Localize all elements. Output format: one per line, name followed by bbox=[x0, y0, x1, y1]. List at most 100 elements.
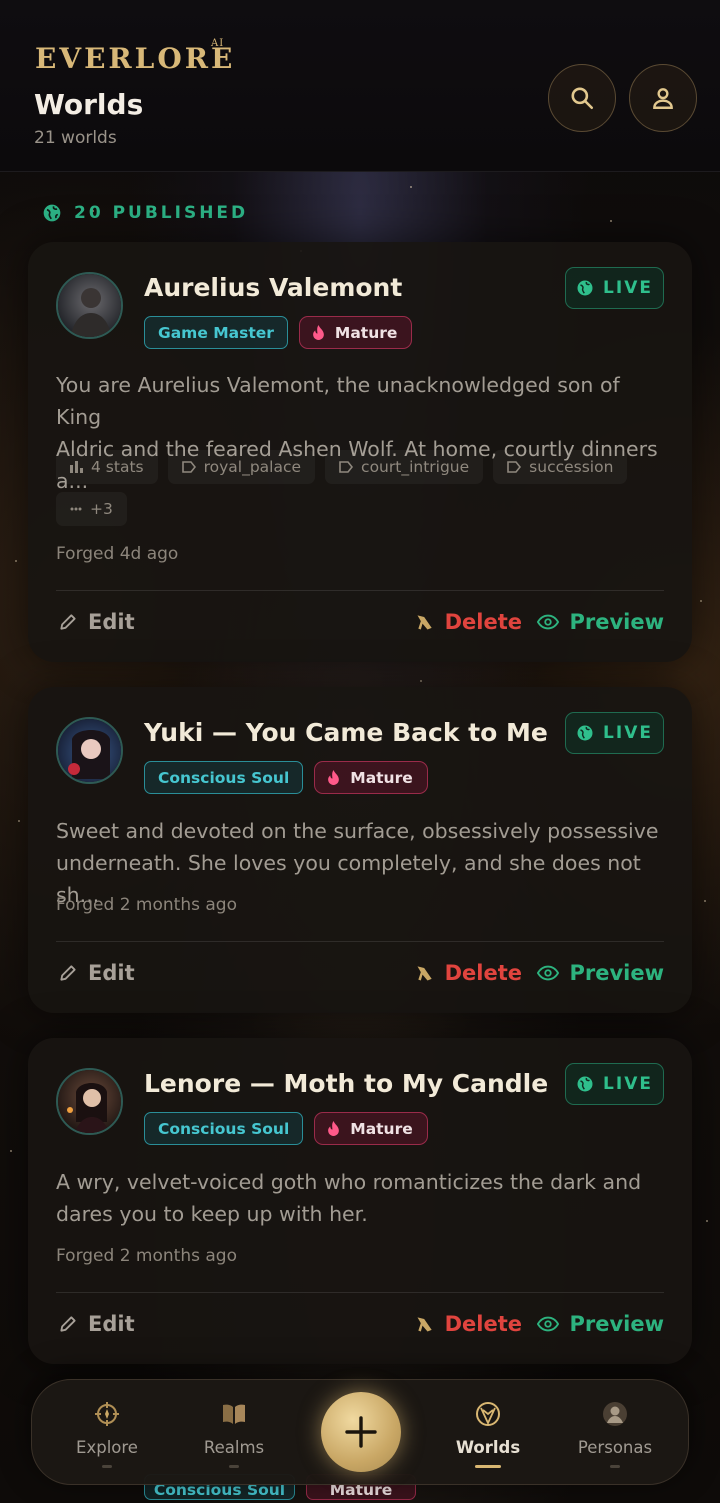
description-line: You are Aurelius Valemont, the unacknowl… bbox=[56, 373, 620, 429]
nav-label: Personas bbox=[577, 1438, 653, 1457]
edit-label: Edit bbox=[88, 610, 135, 634]
avatar bbox=[56, 717, 123, 784]
edit-label: Edit bbox=[88, 1312, 135, 1336]
chip-label: 4 stats bbox=[91, 458, 144, 476]
compass-icon bbox=[95, 1402, 119, 1426]
badge-row: Conscious Soul Mature bbox=[144, 1112, 428, 1145]
nav-indicator bbox=[610, 1465, 620, 1468]
scroll-icon bbox=[417, 615, 432, 630]
delete-button[interactable]: Delete bbox=[415, 1312, 522, 1336]
preview-label: Preview bbox=[569, 961, 664, 985]
card-divider bbox=[56, 1292, 664, 1293]
tag-icon bbox=[507, 461, 522, 473]
delete-button[interactable]: Delete bbox=[415, 610, 522, 634]
card-description: A wry, velvet-voiced goth who romanticiz… bbox=[56, 1166, 668, 1230]
preview-label: Preview bbox=[569, 610, 664, 634]
card-actions: Edit Delete Preview bbox=[56, 1312, 664, 1346]
globe-icon bbox=[577, 280, 593, 296]
scroll-icon bbox=[417, 966, 432, 981]
card-divider bbox=[56, 590, 664, 591]
profile-button[interactable] bbox=[629, 64, 697, 132]
nav-realms[interactable]: Realms bbox=[184, 1400, 284, 1468]
forged-time: Forged 4d ago bbox=[56, 544, 179, 564]
stats-chip: 4 stats bbox=[56, 450, 158, 484]
mature-badge: Mature bbox=[314, 761, 428, 794]
mature-label: Mature bbox=[350, 1119, 413, 1138]
globe-icon bbox=[577, 1076, 593, 1092]
card-title[interactable]: Lenore — Moth to My Candle bbox=[144, 1069, 548, 1098]
app-logo-sup: AI bbox=[211, 38, 225, 49]
book-icon bbox=[223, 1404, 245, 1424]
nav-label: Explore bbox=[76, 1438, 138, 1457]
forged-time: Forged 2 months ago bbox=[56, 895, 237, 915]
pencil-icon bbox=[60, 965, 76, 981]
nav-worlds[interactable]: Worlds bbox=[438, 1400, 538, 1468]
search-icon bbox=[571, 87, 594, 110]
type-badge: Conscious Soul bbox=[144, 761, 304, 794]
worlds-count: 21 worlds bbox=[34, 128, 117, 148]
delete-label: Delete bbox=[444, 1312, 522, 1336]
tag-icon bbox=[339, 461, 354, 473]
search-button[interactable] bbox=[548, 64, 616, 132]
live-label: LIVE bbox=[603, 1074, 653, 1094]
flame-icon bbox=[313, 325, 324, 340]
chip-label: +3 bbox=[90, 500, 113, 518]
world-card[interactable]: Aurelius Valemont LIVE Game Master Matur… bbox=[28, 242, 692, 662]
card-title[interactable]: Yuki — You Came Back to Me bbox=[144, 718, 548, 747]
description-line: dares you to keep up with her. bbox=[56, 1202, 368, 1226]
more-tags-chip[interactable]: +3 bbox=[56, 492, 127, 526]
badge-row: Game Master Mature bbox=[144, 316, 413, 349]
delete-label: Delete bbox=[444, 610, 522, 634]
eye-icon bbox=[537, 965, 560, 981]
globe-icon bbox=[577, 725, 593, 741]
live-label: LIVE bbox=[603, 723, 653, 743]
edit-button[interactable]: Edit bbox=[58, 610, 135, 634]
live-status-badge: LIVE bbox=[565, 267, 664, 309]
flame-icon bbox=[328, 770, 340, 785]
pencil-icon bbox=[60, 614, 76, 630]
nav-label: Worlds bbox=[455, 1438, 521, 1457]
globe-icon bbox=[476, 1402, 500, 1426]
description-line: A wry, velvet-voiced goth who romanticiz… bbox=[56, 1170, 642, 1194]
description-line: Sweet and devoted on the surface, obsess… bbox=[56, 819, 659, 843]
more-icon bbox=[70, 507, 82, 511]
create-world-button[interactable] bbox=[321, 1392, 401, 1472]
nav-indicator bbox=[102, 1465, 112, 1468]
delete-button[interactable]: Delete bbox=[415, 961, 522, 985]
page-title: Worlds bbox=[34, 88, 144, 121]
app-logo: EVERLORE bbox=[35, 42, 236, 75]
live-label: LIVE bbox=[603, 278, 653, 298]
eye-icon bbox=[537, 614, 560, 630]
preview-button[interactable]: Preview bbox=[537, 1312, 664, 1336]
nav-label: Realms bbox=[203, 1438, 265, 1457]
tag-icon bbox=[181, 461, 196, 473]
avatar bbox=[56, 1068, 123, 1135]
type-badge: Game Master bbox=[144, 316, 288, 349]
chip-label: royal_palace bbox=[203, 458, 302, 476]
world-card[interactable]: Yuki — You Came Back to Me LIVE Consciou… bbox=[28, 687, 692, 1013]
person-icon bbox=[603, 1402, 627, 1426]
world-card[interactable]: Lenore — Moth to My Candle LIVE Consciou… bbox=[28, 1038, 692, 1364]
live-status-badge: LIVE bbox=[565, 712, 664, 754]
preview-button[interactable]: Preview bbox=[537, 610, 664, 634]
top-header: EVERLORE AI Worlds 21 worlds bbox=[0, 0, 720, 172]
chip-row: 4 stats royal_palace court_intrigue succ… bbox=[56, 450, 668, 526]
card-title[interactable]: Aurelius Valemont bbox=[144, 273, 402, 302]
live-status-badge: LIVE bbox=[565, 1063, 664, 1105]
nav-indicator bbox=[229, 1465, 239, 1468]
edit-button[interactable]: Edit bbox=[58, 961, 135, 985]
nav-personas[interactable]: Personas bbox=[565, 1400, 665, 1468]
card-divider bbox=[56, 941, 664, 942]
tag-chip: succession bbox=[493, 450, 628, 484]
nav-explore[interactable]: Explore bbox=[57, 1400, 157, 1468]
preview-label: Preview bbox=[569, 1312, 664, 1336]
delete-label: Delete bbox=[444, 961, 522, 985]
eye-icon bbox=[537, 1316, 560, 1332]
pencil-icon bbox=[60, 1316, 76, 1332]
scroll-icon bbox=[417, 1317, 432, 1332]
edit-button[interactable]: Edit bbox=[58, 1312, 135, 1336]
avatar bbox=[56, 272, 123, 339]
forged-time: Forged 2 months ago bbox=[56, 1246, 237, 1266]
mature-badge: Mature bbox=[298, 316, 413, 349]
preview-button[interactable]: Preview bbox=[537, 961, 664, 985]
